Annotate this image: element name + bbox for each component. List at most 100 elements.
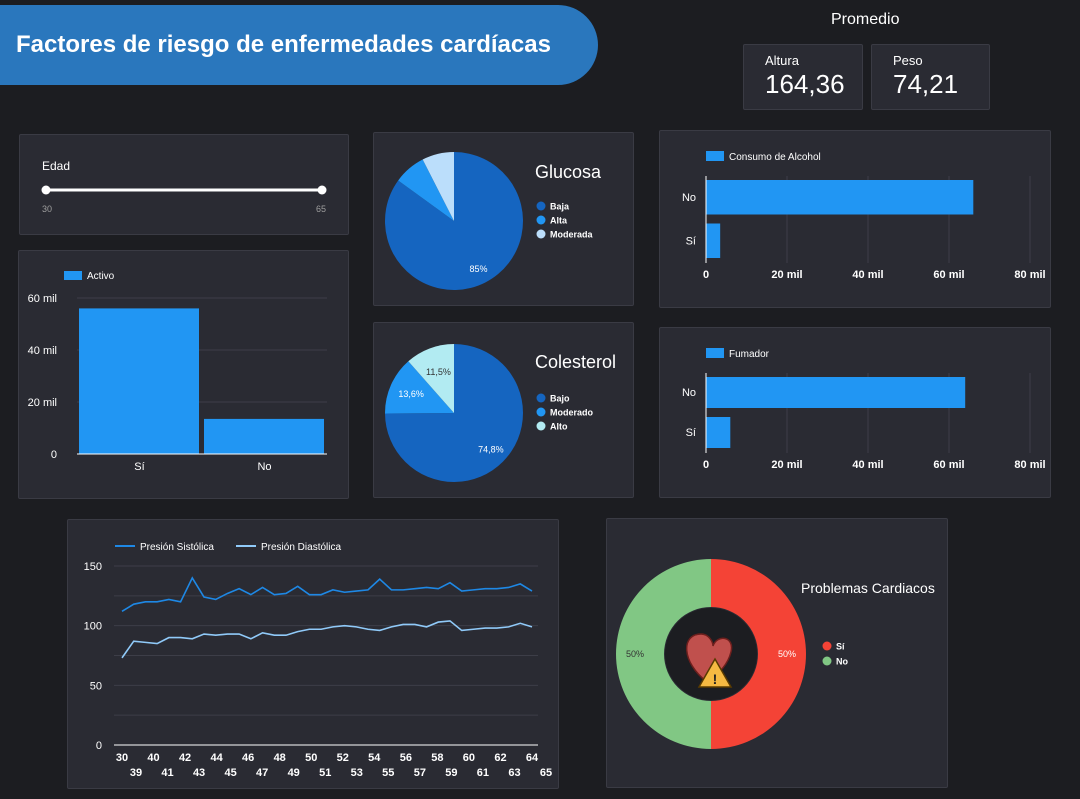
legend-label: Activo [87, 271, 115, 282]
legend-label: Sí [836, 642, 845, 652]
y-tick-label: 0 [51, 449, 57, 461]
presion-card: Presión Sistólica Presión Diastólica 0 50 10… [67, 519, 559, 789]
series-line [121, 576, 533, 613]
legend-dot [822, 656, 832, 666]
colesterol-card: 74,8% 13,6% 11,5% Colesterol Bajo Moderado Alt… [373, 322, 634, 498]
legend-dot [536, 201, 546, 211]
x-tick-label: 46 [242, 752, 254, 764]
edad-slider-card: Edad 30 65 [19, 134, 349, 235]
slider-min-label: 30 [42, 204, 52, 214]
pie-data-label: 50% [626, 649, 644, 659]
x-tick-label: 64 [526, 752, 539, 764]
y-tick-label: 100 [84, 621, 102, 633]
pie-data-label: 85% [470, 264, 488, 274]
bar [79, 308, 199, 454]
x-tick-label: 80 mil [1014, 269, 1045, 281]
legend-label: Consumo de Alcohol [729, 152, 821, 163]
kpi-peso: Peso 74,21 [871, 44, 990, 110]
x-tick-label: 50 [305, 752, 317, 764]
presion-chart[interactable]: Presión Sistólica Presión Diastólica 0 50 10… [68, 520, 560, 790]
x-tick-label: Sí [134, 461, 144, 473]
fumador-card: Fumador 0 20 mil 40 mil 60 mil 80 mil No Sí [659, 327, 1051, 498]
bar [706, 223, 721, 258]
x-tick-label: 20 mil [771, 269, 802, 281]
legend-label: Alto [550, 422, 568, 432]
glucosa-card: 85% Glucosa Baja Alta Moderada [373, 132, 634, 306]
pie-data-label: 50% [778, 649, 796, 659]
x-tick-label: 42 [179, 752, 191, 764]
bar [706, 417, 731, 448]
slider-handle-max[interactable] [317, 185, 327, 195]
x-tick-label: 60 mil [933, 269, 964, 281]
x-tick-label: 56 [400, 752, 412, 764]
y-tick-label: 0 [96, 740, 102, 752]
legend-label: Presión Sistólica [140, 542, 214, 553]
x-tick-label: 51 [319, 767, 331, 779]
legend-dot [536, 215, 546, 225]
series-line [121, 620, 533, 659]
x-tick-label: 47 [256, 767, 268, 779]
svg-text:!: ! [713, 671, 718, 687]
x-tick-label: 62 [494, 752, 506, 764]
y-tick-label: 150 [84, 561, 102, 573]
x-tick-label: 40 [147, 752, 159, 764]
edad-slider[interactable]: Edad 30 65 [20, 135, 350, 236]
activo-card: Activo 0 20 mil 40 mil 60 mil Sí No [18, 250, 349, 499]
legend-dot [536, 407, 546, 417]
y-tick-label: No [682, 387, 696, 399]
y-tick-label: No [682, 192, 696, 204]
x-tick-label: 57 [414, 767, 426, 779]
x-tick-label: 49 [288, 767, 300, 779]
problemas-card: 50% 50%! Problemas Cardiacos Sí No [606, 518, 948, 788]
fumador-chart[interactable]: Fumador 0 20 mil 40 mil 60 mil 80 mil No Sí [660, 328, 1052, 499]
x-tick-label: 60 [463, 752, 475, 764]
x-tick-label: 43 [193, 767, 205, 779]
x-tick-label: 41 [161, 767, 173, 779]
legend-dot [822, 641, 832, 651]
x-tick-label: 30 [116, 752, 128, 764]
chart-title: Colesterol [535, 352, 616, 372]
legend-label: Alta [550, 216, 568, 226]
activo-chart[interactable]: Activo 0 20 mil 40 mil 60 mil Sí No [19, 251, 350, 500]
x-tick-label: 40 mil [852, 459, 883, 471]
slider-max-label: 65 [316, 204, 326, 214]
legend-label: Presión Diastólica [261, 542, 341, 553]
slider-handle-min[interactable] [41, 185, 51, 195]
legend-swatch [706, 151, 724, 161]
x-tick-label: 40 mil [852, 269, 883, 281]
pie-data-label: 13,6% [398, 389, 424, 399]
x-tick-label: 0 [703, 459, 709, 471]
x-tick-label: 54 [368, 752, 381, 764]
x-tick-label: 58 [431, 752, 443, 764]
x-tick-label: 63 [508, 767, 520, 779]
alcohol-chart[interactable]: Consumo de Alcohol 0 20 mil 40 mil 60 mil 80 … [660, 131, 1052, 309]
x-tick-label: 45 [224, 767, 236, 779]
x-tick-label: 80 mil [1014, 459, 1045, 471]
colesterol-chart[interactable]: 74,8% 13,6% 11,5% Colesterol Bajo Moderado Alt… [374, 323, 635, 499]
slider-label: Edad [42, 159, 70, 173]
y-tick-label: 50 [90, 680, 102, 692]
x-tick-label: 48 [274, 752, 286, 764]
alcohol-card: Consumo de Alcohol 0 20 mil 40 mil 60 mil 80 … [659, 130, 1051, 308]
x-tick-label: 44 [210, 752, 223, 764]
y-tick-label: Sí [686, 235, 696, 247]
kpi-value: 74,21 [893, 69, 959, 99]
x-tick-label: 20 mil [771, 459, 802, 471]
chart-title: Glucosa [535, 162, 602, 182]
legend-label: Baja [550, 202, 570, 212]
x-tick-label: 0 [703, 269, 709, 281]
x-tick-label: 53 [351, 767, 363, 779]
legend-label: Moderada [550, 230, 594, 240]
bar [706, 180, 974, 215]
legend-label: Fumador [729, 349, 770, 360]
y-tick-label: 60 mil [28, 293, 57, 305]
legend-swatch [64, 271, 82, 280]
legend-swatch [706, 348, 724, 358]
y-tick-label: Sí [686, 427, 696, 439]
glucosa-chart[interactable]: 85% Glucosa Baja Alta Moderada [374, 133, 635, 307]
problemas-chart[interactable]: 50% 50%! Problemas Cardiacos Sí No [607, 519, 949, 789]
x-tick-label: No [257, 461, 271, 473]
legend-label: Moderado [550, 408, 594, 418]
legend-dot [536, 421, 546, 431]
x-tick-label: 55 [382, 767, 394, 779]
